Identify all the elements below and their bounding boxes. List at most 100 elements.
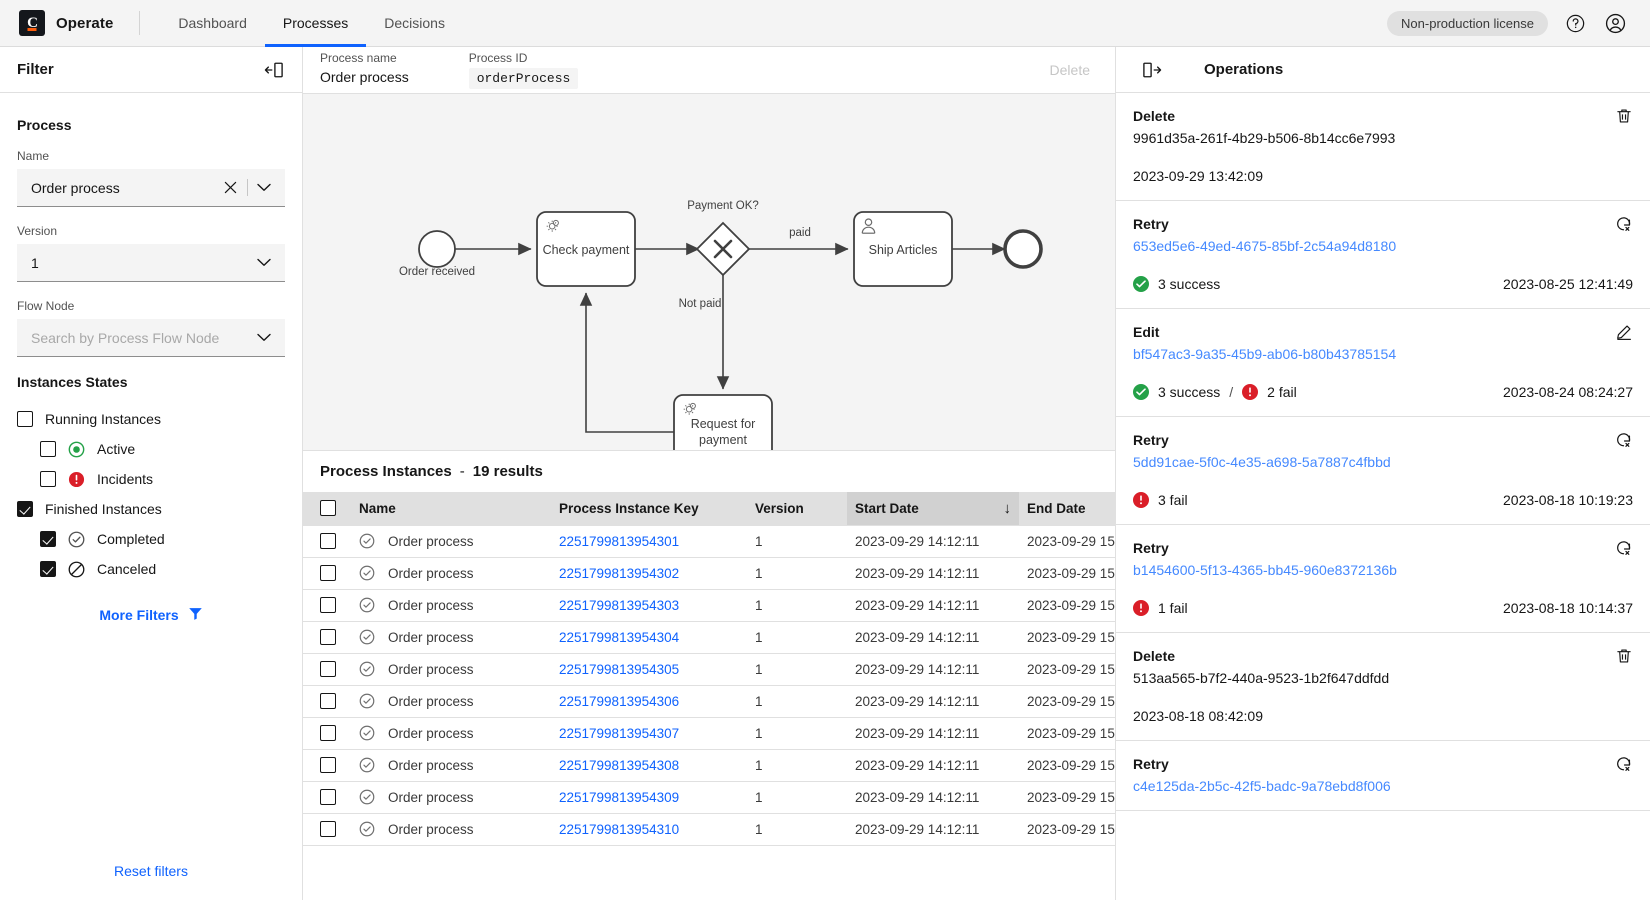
- nav-item-decisions[interactable]: Decisions: [366, 0, 463, 47]
- column-header-version[interactable]: Version: [747, 492, 847, 525]
- row-checkbox[interactable]: [320, 533, 336, 549]
- table-row[interactable]: Order process225179981395430312023-09-29…: [303, 589, 1115, 621]
- expand-panel-icon[interactable]: [1141, 61, 1163, 79]
- table-row[interactable]: Order process225179981395430712023-09-29…: [303, 717, 1115, 749]
- delete-process-button[interactable]: Delete: [1050, 62, 1098, 78]
- clear-icon[interactable]: [218, 181, 243, 194]
- chevron-down-icon[interactable]: [252, 258, 276, 267]
- operations-list[interactable]: Delete9961d35a-261f-4b29-b506-8b14cc6e79…: [1116, 93, 1650, 900]
- row-checkbox[interactable]: [320, 789, 336, 805]
- header-right-group: Non-production license: [1387, 10, 1634, 36]
- process-instance-key-link[interactable]: 2251799813954308: [559, 758, 679, 773]
- process-instance-key-link[interactable]: 2251799813954309: [559, 790, 679, 805]
- process-instance-key-link[interactable]: 2251799813954310: [559, 822, 679, 837]
- pencil-icon[interactable]: [1615, 323, 1633, 341]
- cell-process-instance-key: 2251799813954304: [551, 621, 747, 653]
- label-not-paid: Not paid: [679, 298, 722, 310]
- nav-item-processes[interactable]: Processes: [265, 0, 366, 47]
- table-row[interactable]: Order process225179981395430212023-09-29…: [303, 557, 1115, 589]
- process-instance-key-link[interactable]: 2251799813954302: [559, 566, 679, 581]
- cell-process-instance-key: 2251799813954301: [551, 525, 747, 557]
- operation-card[interactable]: Delete9961d35a-261f-4b29-b506-8b14cc6e79…: [1116, 93, 1650, 201]
- checkbox-running-instances[interactable]: Running Instances: [17, 404, 285, 434]
- reset-filters-button[interactable]: Reset filters: [0, 842, 302, 900]
- operation-card[interactable]: Retryb1454600-5f13-4365-bb45-960e8372136…: [1116, 525, 1650, 633]
- checkbox-box[interactable]: [40, 471, 56, 487]
- row-checkbox[interactable]: [320, 693, 336, 709]
- checkbox-box[interactable]: [40, 561, 56, 577]
- row-checkbox[interactable]: [320, 661, 336, 677]
- bpmn-diagram[interactable]: Order received Check payment: [303, 94, 1115, 450]
- operation-card[interactable]: Delete513aa565-b7f2-440a-9523-1b2f647ddf…: [1116, 633, 1650, 741]
- checkbox-finished-instances[interactable]: Finished Instances: [17, 494, 285, 524]
- collapse-panel-icon[interactable]: [263, 61, 285, 79]
- row-checkbox[interactable]: [320, 821, 336, 837]
- trash-icon[interactable]: [1615, 107, 1633, 125]
- checkbox-box[interactable]: [17, 411, 33, 427]
- instances-result-count: 19 results: [473, 463, 543, 480]
- process-instance-key-link[interactable]: 2251799813954306: [559, 694, 679, 709]
- logo-orange-bar: [28, 28, 37, 31]
- operation-card[interactable]: Retry 5dd91cae-5f0c-4e35-a698-5a7887c4fbb…: [1116, 417, 1650, 525]
- checkbox-canceled[interactable]: Canceled: [17, 554, 285, 584]
- operation-id[interactable]: c4e125da-2b5c-42f5-badc-9a78ebd8f006: [1133, 778, 1633, 794]
- brand-logo-group[interactable]: C Operate: [16, 10, 113, 36]
- process-version-select[interactable]: 1: [17, 244, 285, 282]
- column-header-process-instance-key[interactable]: Process Instance Key: [551, 492, 747, 525]
- table-row[interactable]: Order process225179981395431012023-09-29…: [303, 813, 1115, 845]
- more-filters-button[interactable]: More Filters: [17, 606, 285, 624]
- chevron-down-icon[interactable]: [252, 183, 276, 192]
- operation-card[interactable]: Retryc4e125da-2b5c-42f5-badc-9a78ebd8f00…: [1116, 741, 1650, 811]
- retry-icon[interactable]: [1614, 431, 1633, 448]
- success-icon: [1133, 276, 1149, 292]
- retry-icon[interactable]: [1614, 755, 1633, 772]
- retry-icon[interactable]: [1614, 215, 1633, 232]
- table-row[interactable]: Order process225179981395430512023-09-29…: [303, 653, 1115, 685]
- chevron-down-icon[interactable]: [252, 333, 276, 342]
- table-row[interactable]: Order process225179981395430612023-09-29…: [303, 685, 1115, 717]
- row-checkbox[interactable]: [320, 629, 336, 645]
- checkbox-box[interactable]: [40, 531, 56, 547]
- table-row[interactable]: Order process225179981395430912023-09-29…: [303, 781, 1115, 813]
- row-checkbox[interactable]: [320, 565, 336, 581]
- operation-type: Retry: [1133, 432, 1633, 448]
- process-instances-panel: Process Instances - 19 results Name Proc…: [303, 450, 1115, 900]
- checkbox-incidents[interactable]: Incidents: [17, 464, 285, 494]
- row-checkbox[interactable]: [320, 725, 336, 741]
- column-header-name[interactable]: Name: [351, 492, 551, 525]
- operation-card[interactable]: Retry653ed5e6-49ed-4675-85bf-2c54a94d818…: [1116, 201, 1650, 309]
- help-circle-icon[interactable]: [1562, 10, 1588, 36]
- process-instance-key-link[interactable]: 2251799813954301: [559, 534, 679, 549]
- table-row[interactable]: Order process225179981395430412023-09-29…: [303, 621, 1115, 653]
- checkbox-box[interactable]: [17, 501, 33, 517]
- filter-title: Filter: [17, 61, 54, 78]
- operation-card[interactable]: Editbf547ac3-9a35-45b9-ab06-b80b43785154…: [1116, 309, 1650, 417]
- operation-id[interactable]: 5dd91cae-5f0c-4e35-a698-5a7887c4fbbd: [1133, 454, 1633, 470]
- nav-item-dashboard[interactable]: Dashboard: [160, 0, 265, 47]
- checkbox-box[interactable]: [40, 441, 56, 457]
- process-instance-key-link[interactable]: 2251799813954305: [559, 662, 679, 677]
- retry-icon[interactable]: [1614, 539, 1633, 556]
- process-instance-key-link[interactable]: 2251799813954307: [559, 726, 679, 741]
- column-header-start-date[interactable]: Start Date ↓: [847, 492, 1019, 525]
- row-checkbox[interactable]: [320, 597, 336, 613]
- trash-icon[interactable]: [1615, 647, 1633, 665]
- checkbox-active[interactable]: Active: [17, 434, 285, 464]
- select-all-checkbox[interactable]: [320, 500, 336, 516]
- operation-id[interactable]: 653ed5e6-49ed-4675-85bf-2c54a94d8180: [1133, 238, 1633, 254]
- row-checkbox[interactable]: [320, 757, 336, 773]
- process-name-combobox[interactable]: Order process: [17, 169, 285, 207]
- user-avatar-icon[interactable]: [1602, 10, 1628, 36]
- operation-id[interactable]: b1454600-5f13-4365-bb45-960e8372136b: [1133, 562, 1633, 578]
- process-instance-key-link[interactable]: 2251799813954304: [559, 630, 679, 645]
- flow-node-combobox[interactable]: Search by Process Flow Node: [17, 319, 285, 357]
- process-instance-key-link[interactable]: 2251799813954303: [559, 598, 679, 613]
- operation-id[interactable]: bf547ac3-9a35-45b9-ab06-b80b43785154: [1133, 346, 1633, 362]
- table-row[interactable]: Order process225179981395430812023-09-29…: [303, 749, 1115, 781]
- cell-version: 1: [747, 589, 847, 621]
- table-row[interactable]: Order process225179981395430112023-09-29…: [303, 525, 1115, 557]
- checkbox-completed[interactable]: Completed: [17, 524, 285, 554]
- checkbox-label: Incidents: [97, 471, 153, 487]
- cell-start-date: 2023-09-29 14:12:11: [847, 749, 1019, 781]
- column-header-end-date[interactable]: End Date: [1019, 492, 1115, 525]
